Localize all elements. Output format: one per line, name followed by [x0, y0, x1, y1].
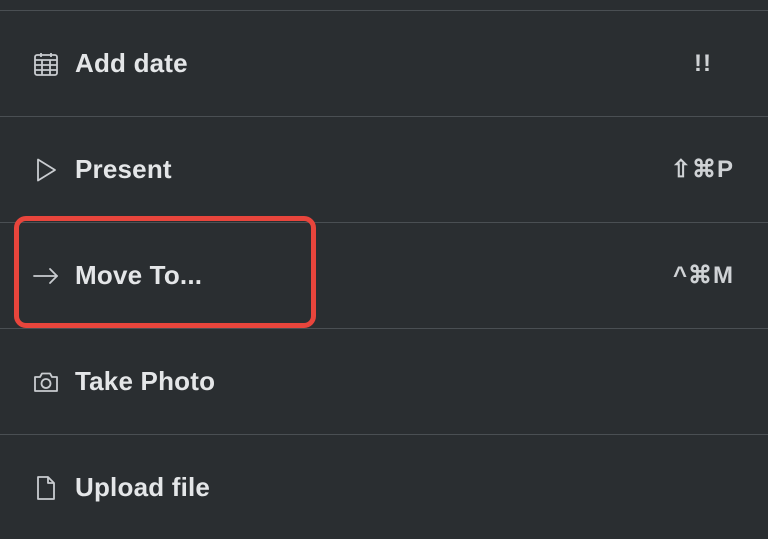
camera-icon — [32, 368, 60, 396]
menu-item-shortcut: ^⌘M — [672, 262, 734, 289]
menu-item-upload-file[interactable]: Upload file — [0, 435, 768, 539]
menu-item-label: Add date — [75, 48, 188, 78]
menu-item-shortcut: !! — [694, 49, 712, 77]
menu-item-move-to[interactable]: Move To... ^⌘M — [0, 223, 768, 328]
menu-item-label: Present — [75, 154, 172, 184]
menu-item-take-photo[interactable]: Take Photo — [0, 329, 768, 434]
menu-item-label: Upload file — [75, 472, 211, 502]
calendar-icon — [32, 50, 60, 78]
menu-item-label: Take Photo — [75, 366, 216, 396]
context-menu: Add date !! Present ⇧⌘P Move To... ^⌘M T… — [0, 0, 768, 539]
menu-item-label: Move To... — [75, 260, 203, 290]
menu-item-shortcut: ⇧⌘P — [670, 156, 734, 183]
play-icon — [32, 156, 60, 184]
menu-item-present[interactable]: Present ⇧⌘P — [0, 117, 768, 222]
menu-item-add-date[interactable]: Add date !! — [0, 11, 768, 116]
arrow-right-icon — [32, 262, 60, 290]
file-icon — [32, 474, 60, 502]
